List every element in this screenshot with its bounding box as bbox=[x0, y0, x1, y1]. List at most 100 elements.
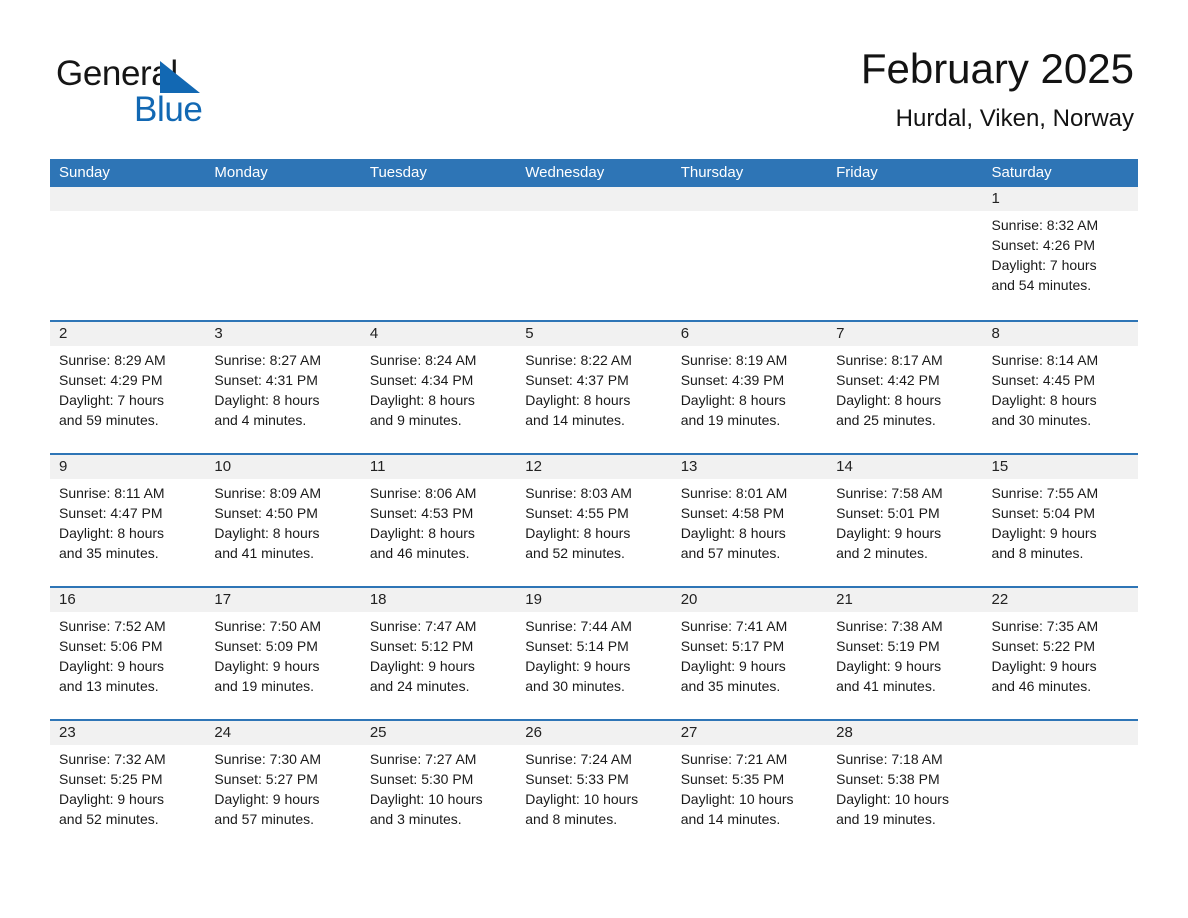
day-detail-line: Daylight: 9 hours bbox=[680, 657, 786, 674]
calendar-day-cell[interactable]: 20 Sunrise: 7:41 AM Sunset: 5:17 PM Dayligh… bbox=[671, 588, 828, 719]
day-detail-line: Sunrise: 8:19 AM bbox=[680, 352, 788, 368]
day-detail-line: Sunset: 4:37 PM bbox=[525, 371, 629, 388]
day-detail-line: Sunrise: 7:24 AM bbox=[525, 751, 632, 767]
calendar-body: 1 Sunrise: 8:32 AM Sunset: 4:26 PM Daylight… bbox=[50, 187, 1138, 852]
day-number: 22 bbox=[991, 591, 1009, 608]
day-detail-line: Sunset: 5:30 PM bbox=[369, 770, 474, 787]
day-detail-line: and 46 minutes. bbox=[369, 544, 470, 561]
day-detail-line: Sunrise: 8:09 AM bbox=[214, 485, 322, 501]
day-details: Sunrise: 7:18 AM Sunset: 5:38 PM Daylight:… bbox=[827, 745, 982, 830]
day-details: Sunrise: 7:47 AM Sunset: 5:12 PM Daylight:… bbox=[361, 612, 516, 697]
day-detail-line: Daylight: 8 hours bbox=[525, 391, 631, 408]
weekday-header-friday: Friday bbox=[836, 164, 878, 181]
calendar-day-cell[interactable]: 27 Sunrise: 7:21 AM Sunset: 5:35 PM Dayligh… bbox=[671, 721, 828, 852]
calendar-day-cell[interactable]: 16 Sunrise: 7:52 AM Sunset: 5:06 PM Dayligh… bbox=[50, 588, 206, 719]
calendar-day-cell[interactable]: 25 Sunrise: 7:27 AM Sunset: 5:30 PM Dayligh… bbox=[360, 721, 517, 852]
day-number: 21 bbox=[836, 591, 853, 608]
calendar-day-cell[interactable]: 17 Sunrise: 7:50 AM Sunset: 5:09 PM Dayligh… bbox=[205, 588, 361, 719]
day-number-band: 11 bbox=[360, 455, 517, 479]
day-detail-line: Sunset: 5:22 PM bbox=[991, 637, 1096, 654]
calendar-day-cell[interactable]: 9 Sunrise: 8:11 AM Sunset: 4:47 PM Daylight… bbox=[50, 455, 206, 586]
calendar-day-cell[interactable]: 21 Sunrise: 7:38 AM Sunset: 5:19 PM Dayligh… bbox=[827, 588, 983, 719]
day-detail-line: and 30 minutes. bbox=[525, 677, 625, 694]
day-detail-line: Daylight: 9 hours bbox=[214, 790, 320, 807]
calendar-day-cell[interactable]: 2 Sunrise: 8:29 AM Sunset: 4:29 PM Daylight… bbox=[50, 322, 206, 453]
day-detail-line: Daylight: 8 hours bbox=[680, 524, 786, 541]
day-number: 18 bbox=[369, 591, 387, 608]
day-number-band bbox=[982, 721, 1138, 745]
day-detail-line: Daylight: 8 hours bbox=[369, 524, 475, 541]
calendar-day-cell[interactable]: 6 Sunrise: 8:19 AM Sunset: 4:39 PM Daylight… bbox=[671, 322, 828, 453]
day-details: Sunrise: 8:01 AM Sunset: 4:58 PM Daylight:… bbox=[672, 479, 827, 564]
calendar-day-cell[interactable]: 10 Sunrise: 8:09 AM Sunset: 4:50 PM Dayligh… bbox=[205, 455, 361, 586]
calendar-page: General Blue February 2025 Hurdal, Viken… bbox=[0, 0, 1188, 918]
day-details: Sunrise: 8:17 AM Sunset: 4:42 PM Daylight:… bbox=[827, 346, 982, 431]
calendar-day-cell[interactable]: 12 Sunrise: 8:03 AM Sunset: 4:55 PM Dayligh… bbox=[516, 455, 672, 586]
day-detail-line: Daylight: 10 hours bbox=[836, 790, 949, 807]
day-number: 8 bbox=[991, 325, 1000, 342]
day-number: 15 bbox=[991, 458, 1009, 475]
calendar-day-cell[interactable]: 4 Sunrise: 8:24 AM Sunset: 4:34 PM Daylight… bbox=[360, 322, 517, 453]
day-detail-line: Sunrise: 8:03 AM bbox=[525, 485, 632, 501]
day-detail-line: Daylight: 9 hours bbox=[836, 524, 942, 541]
calendar-day-cell[interactable]: 22 Sunrise: 7:35 AM Sunset: 5:22 PM Dayligh… bbox=[982, 588, 1138, 719]
day-detail-line: Sunset: 4:45 PM bbox=[991, 371, 1096, 388]
day-detail-line: Sunset: 5:27 PM bbox=[214, 770, 318, 787]
day-detail-line: Sunset: 5:19 PM bbox=[836, 637, 940, 654]
calendar-day-cell[interactable]: 7 Sunrise: 8:17 AM Sunset: 4:42 PM Daylight… bbox=[827, 322, 983, 453]
calendar-day-cell[interactable]: 23 Sunrise: 7:32 AM Sunset: 5:25 PM Dayligh… bbox=[50, 721, 206, 852]
day-details: Sunrise: 7:58 AM Sunset: 5:01 PM Daylight:… bbox=[827, 479, 982, 564]
day-number-band: 27 bbox=[671, 721, 828, 745]
day-number-band: 15 bbox=[982, 455, 1138, 479]
day-detail-line: Sunset: 5:12 PM bbox=[369, 637, 474, 654]
day-detail-line: and 41 minutes. bbox=[836, 677, 936, 694]
day-detail-line: Sunrise: 7:55 AM bbox=[991, 485, 1099, 501]
day-detail-line: and 41 minutes. bbox=[214, 544, 315, 561]
calendar-day-cell[interactable]: 26 Sunrise: 7:24 AM Sunset: 5:33 PM Dayligh… bbox=[516, 721, 672, 852]
calendar-day-cell[interactable]: 1 Sunrise: 8:32 AM Sunset: 4:26 PM Daylight… bbox=[982, 187, 1138, 320]
calendar-day-cell[interactable]: 15 Sunrise: 7:55 AM Sunset: 5:04 PM Dayligh… bbox=[982, 455, 1138, 586]
day-detail-line: and 24 minutes. bbox=[369, 677, 470, 694]
day-number: 27 bbox=[680, 724, 698, 741]
day-number-band: 18 bbox=[360, 588, 517, 612]
day-details bbox=[205, 211, 360, 216]
day-number: 14 bbox=[836, 458, 853, 475]
calendar-week-row: 1 Sunrise: 8:32 AM Sunset: 4:26 PM Daylight… bbox=[50, 187, 1138, 320]
day-detail-line: and 57 minutes. bbox=[214, 810, 315, 827]
day-detail-line: Sunrise: 7:35 AM bbox=[991, 618, 1099, 634]
day-detail-line: Sunset: 4:42 PM bbox=[836, 371, 940, 388]
weekday-header-saturday: Saturday bbox=[991, 164, 1052, 181]
day-details bbox=[516, 211, 671, 216]
calendar-day-cell[interactable]: 13 Sunrise: 8:01 AM Sunset: 4:58 PM Dayligh… bbox=[671, 455, 828, 586]
calendar-day-cell[interactable]: 8 Sunrise: 8:14 AM Sunset: 4:45 PM Daylight… bbox=[982, 322, 1138, 453]
day-number-band: 20 bbox=[671, 588, 828, 612]
day-detail-line: Sunrise: 8:29 AM bbox=[59, 352, 166, 368]
day-detail-line: and 4 minutes. bbox=[214, 411, 307, 428]
calendar-day-cell[interactable]: 18 Sunrise: 7:47 AM Sunset: 5:12 PM Dayligh… bbox=[360, 588, 517, 719]
day-number: 17 bbox=[214, 591, 232, 608]
calendar-day-cell[interactable]: 5 Sunrise: 8:22 AM Sunset: 4:37 PM Daylight… bbox=[516, 322, 672, 453]
weekday-header-sunday: Sunday bbox=[59, 164, 110, 181]
day-detail-line: and 30 minutes. bbox=[991, 411, 1092, 428]
day-details: Sunrise: 8:22 AM Sunset: 4:37 PM Daylight:… bbox=[516, 346, 671, 431]
day-number-band: 14 bbox=[827, 455, 983, 479]
calendar-day-cell[interactable]: 14 Sunrise: 7:58 AM Sunset: 5:01 PM Dayligh… bbox=[827, 455, 983, 586]
day-number-band: 6 bbox=[671, 322, 828, 346]
day-detail-line: and 52 minutes. bbox=[525, 544, 625, 561]
calendar-day-cell[interactable]: 28 Sunrise: 7:18 AM Sunset: 5:38 PM Dayligh… bbox=[827, 721, 983, 852]
day-detail-line: Daylight: 7 hours bbox=[991, 256, 1097, 273]
day-detail-line: and 19 minutes. bbox=[214, 677, 315, 694]
day-detail-line: Sunset: 5:17 PM bbox=[680, 637, 785, 654]
calendar-day-cell[interactable]: 19 Sunrise: 7:44 AM Sunset: 5:14 PM Dayligh… bbox=[516, 588, 672, 719]
day-detail-line: Sunrise: 7:47 AM bbox=[369, 618, 477, 634]
day-details: Sunrise: 8:03 AM Sunset: 4:55 PM Daylight:… bbox=[516, 479, 671, 564]
day-detail-line: and 19 minutes. bbox=[680, 411, 781, 428]
day-detail-line: Daylight: 10 hours bbox=[525, 790, 639, 807]
calendar-day-cell[interactable]: 24 Sunrise: 7:30 AM Sunset: 5:27 PM Dayligh… bbox=[205, 721, 361, 852]
day-details: Sunrise: 7:35 AM Sunset: 5:22 PM Daylight:… bbox=[983, 612, 1138, 697]
calendar-day-cell[interactable]: 11 Sunrise: 8:06 AM Sunset: 4:53 PM Dayligh… bbox=[360, 455, 517, 586]
day-detail-line: Sunrise: 7:58 AM bbox=[836, 485, 943, 501]
calendar-day-cell[interactable]: 3 Sunrise: 8:27 AM Sunset: 4:31 PM Daylight… bbox=[205, 322, 361, 453]
page-header: General Blue February 2025 Hurdal, Viken… bbox=[50, 42, 1138, 150]
day-details: Sunrise: 7:32 AM Sunset: 5:25 PM Daylight:… bbox=[50, 745, 205, 830]
